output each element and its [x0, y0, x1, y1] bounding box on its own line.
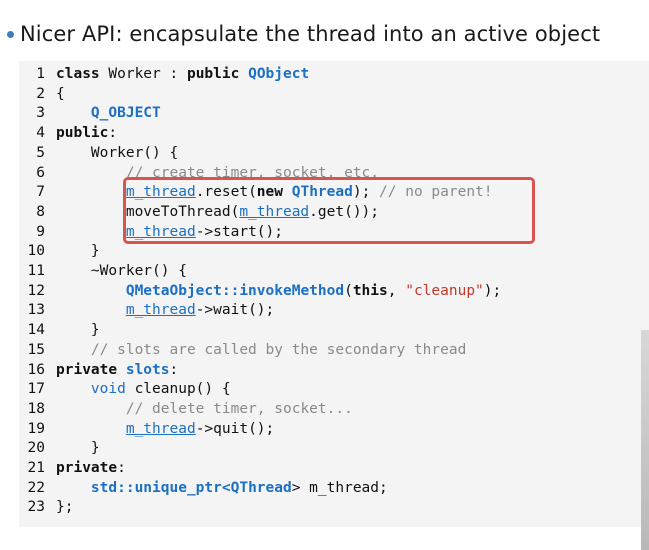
code-line: 21 private:: [19, 459, 126, 479]
code-line: 18 // delete timer, socket...: [19, 400, 353, 420]
code-line: 10 }: [19, 242, 100, 262]
line-number: 19: [27, 420, 45, 437]
line-number: 5: [36, 144, 45, 161]
code-line: 14 }: [19, 321, 100, 341]
code-token: }: [56, 243, 100, 260]
code-token: Worker() {: [56, 144, 179, 161]
code-line: 11 ~Worker() {: [19, 262, 187, 282]
code-token: ~Worker() {: [56, 263, 187, 279]
line-number: 21: [27, 460, 45, 476]
code-line: 12 QMetaObject::invokeMethod(this, "clea…: [19, 282, 502, 302]
code-token: void: [90, 381, 126, 398]
line-number: 17: [27, 381, 45, 398]
code-token: std::unique_ptr<: [90, 479, 231, 496]
line-number: 3: [36, 105, 45, 122]
line-number: 16: [27, 361, 45, 378]
code-token: );: [483, 282, 502, 299]
line-number: 23: [27, 499, 45, 516]
code-token: cleanup() {: [125, 381, 231, 398]
code-token: Q_OBJECT: [90, 105, 161, 122]
code-token: ->quit();: [195, 420, 275, 437]
code-token: m_thread: [125, 302, 196, 319]
line-number: 4: [36, 125, 45, 142]
code-token: ,: [387, 282, 406, 299]
line-number: 22: [27, 479, 45, 496]
code-token: {: [56, 85, 65, 102]
code-listing: 1 class Worker : public QObject 2{3 Q_OBJE…: [19, 61, 649, 527]
line-number: 12: [27, 282, 45, 299]
line-number: 9: [36, 223, 45, 240]
code-line: 3 Q_OBJECT: [19, 104, 161, 124]
code-line: 15 // slots are called by the secondary …: [19, 341, 467, 361]
line-number: 7: [36, 184, 45, 201]
bullet-dot-icon: [7, 30, 14, 38]
code-token: }: [56, 322, 100, 339]
code-token: :: [108, 125, 118, 142]
line-number: 15: [27, 341, 45, 358]
code-token: :: [117, 460, 126, 476]
slide-edge-shadow: [641, 330, 649, 550]
code-token: QObject: [248, 66, 310, 82]
code-line: 1 class Worker : public QObject: [19, 65, 309, 85]
code-token: }: [56, 440, 100, 457]
line-number: 11: [27, 263, 45, 279]
code-line: 22 std::unique_ptr<QThread> m_thread;: [19, 479, 388, 499]
code-token: // delete timer, socket...: [125, 400, 353, 417]
line-number: 6: [36, 164, 45, 181]
code-token: };: [56, 499, 74, 516]
line-number: 2: [36, 85, 45, 102]
code-line: 17 void cleanup() {: [19, 380, 231, 400]
line-number: 14: [27, 322, 45, 339]
code-token: class: [56, 66, 100, 82]
code-token: slots: [125, 361, 170, 378]
code-line: 5 Worker() {: [19, 144, 178, 164]
line-number: 18: [27, 400, 45, 417]
code-line: 19 m_thread->quit();: [19, 420, 275, 440]
code-token: m_thread: [125, 420, 196, 437]
code-token: private: [56, 460, 118, 476]
code-token: // slots are called by the secondary thr…: [90, 341, 467, 358]
line-number: 8: [36, 203, 45, 220]
code-token: ->wait();: [195, 302, 275, 319]
code-line: 20 }: [19, 439, 100, 459]
code-token: QMetaObject::invokeMethod: [125, 282, 345, 299]
highlight-box: [123, 177, 535, 244]
code-line: 13 m_thread->wait();: [19, 301, 275, 321]
code-token: "cleanup": [405, 282, 484, 299]
code-token: public: [56, 125, 109, 142]
code-token: (: [344, 282, 353, 299]
code-token: public: [186, 66, 240, 82]
code-line: 2{: [19, 85, 65, 105]
code-token: this: [352, 282, 388, 299]
code-token: private: [56, 361, 118, 378]
bullet-text: Nicer API: encapsulate the thread into a…: [20, 22, 601, 46]
code-token: Worker :: [99, 66, 187, 82]
bullet-item: Nicer API: encapsulate the thread into a…: [6, 19, 600, 49]
line-number: 20: [27, 440, 45, 457]
code-line: 4 public:: [19, 124, 117, 144]
code-line: 23};: [19, 498, 74, 518]
code-token: :: [169, 361, 179, 378]
line-number: 13: [27, 302, 45, 319]
line-number: 1: [36, 66, 45, 82]
line-number: 10: [27, 243, 45, 260]
code-token: > m_thread;: [291, 479, 388, 496]
code-line: 16 private slots:: [19, 361, 179, 381]
code-token: QThread: [230, 479, 292, 496]
